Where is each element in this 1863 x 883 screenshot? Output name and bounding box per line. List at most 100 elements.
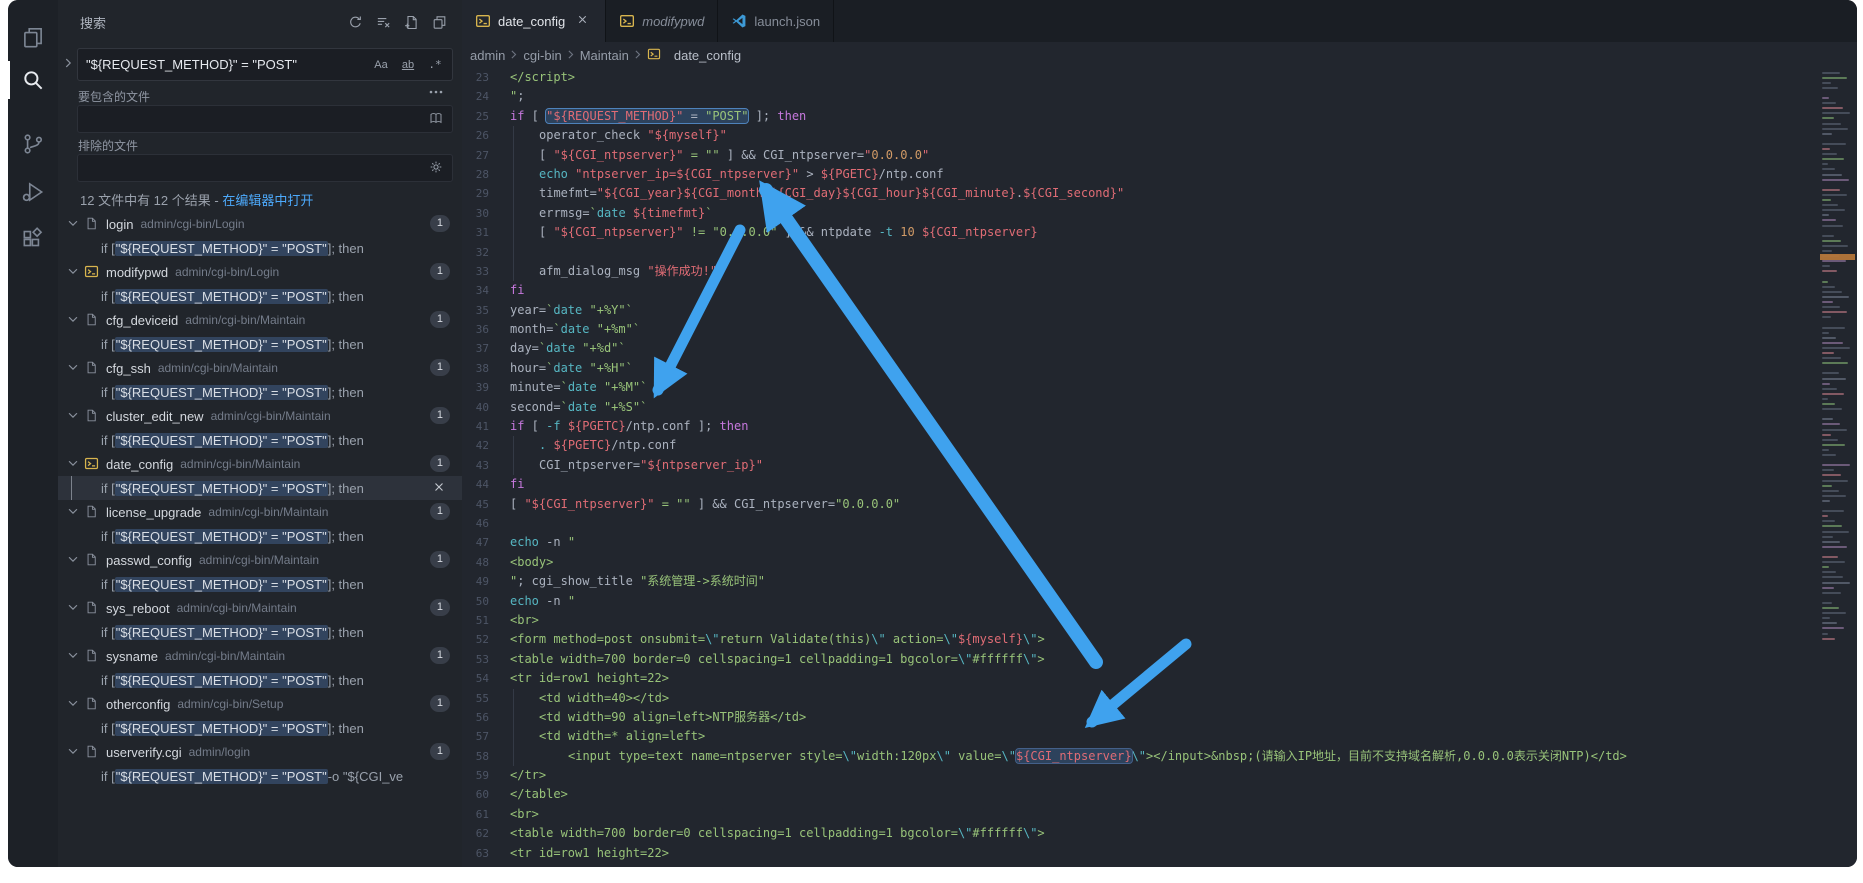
result-file-name: sysname: [106, 649, 158, 664]
code-line: 52<form method=post onsubmit=\"return Va…: [462, 630, 1857, 649]
code-line: 23</script>: [462, 68, 1857, 87]
chevron-down-icon[interactable]: [66, 648, 82, 664]
tab-launch.json[interactable]: launch.json: [718, 0, 834, 42]
result-file-row[interactable]: date_configadmin/cgi-bin/Maintain1: [58, 452, 462, 476]
result-file-row[interactable]: cluster_edit_newadmin/cgi-bin/Maintain1: [58, 404, 462, 428]
activity-item-explorer[interactable]: [8, 16, 58, 60]
result-file-row[interactable]: cfg_sshadmin/cgi-bin/Maintain1: [58, 356, 462, 380]
result-match-row[interactable]: if [ "${REQUEST_METHOD}" = "POST" ]; the…: [58, 332, 462, 356]
breadcrumb-separator-icon: [507, 48, 521, 62]
line-number: 51: [462, 611, 489, 630]
chevron-down-icon[interactable]: [66, 312, 82, 328]
line-content: echo -n ": [510, 533, 575, 552]
line-content: <br>: [510, 611, 539, 630]
code-editor[interactable]: 23</script>24";25if [ "${REQUEST_METHOD}…: [462, 68, 1857, 867]
result-file-row[interactable]: modifypwdadmin/cgi-bin/Login1: [58, 260, 462, 284]
result-file-row[interactable]: passwd_configadmin/cgi-bin/Maintain1: [58, 548, 462, 572]
line-number: 44: [462, 475, 489, 494]
line-content: <td width=* align=left>: [510, 727, 705, 746]
new-search-editor-icon[interactable]: [401, 12, 422, 33]
result-match-row[interactable]: if [ "${REQUEST_METHOD}" = "POST" ]; the…: [58, 524, 462, 548]
activity-item-run-debug[interactable]: [8, 170, 58, 214]
toggle-replace-chevron-icon[interactable]: [61, 56, 75, 74]
activity-item-search[interactable]: [8, 58, 58, 102]
result-match-row[interactable]: if [ "${REQUEST_METHOD}" = "POST" ]; the…: [58, 716, 462, 740]
use-regex-toggle[interactable]: .*: [423, 55, 447, 75]
result-match-row[interactable]: if [ "${REQUEST_METHOD}" = "POST" ]; the…: [58, 572, 462, 596]
result-match-row[interactable]: if [ "${REQUEST_METHOD}" = "POST" ]; the…: [58, 668, 462, 692]
line-content: ";: [510, 87, 524, 106]
result-file-row[interactable]: userverify.cgiadmin/login1: [58, 740, 462, 764]
breadcrumb-segment[interactable]: Maintain: [580, 48, 629, 63]
minimap[interactable]: [1820, 46, 1855, 658]
result-file-row[interactable]: sys_rebootadmin/cgi-bin/Maintain1: [58, 596, 462, 620]
breadcrumb-segment[interactable]: cgi-bin: [523, 48, 561, 63]
chevron-down-icon[interactable]: [66, 216, 82, 232]
line-content: "; cgi_show_title "系统管理->系统时间": [510, 572, 765, 591]
chevron-down-icon[interactable]: [66, 744, 82, 760]
vscode-window: 搜索 Aaab.* 要包含的文件 排除的文件 12 文件中有 12 个结果 - …: [8, 0, 1857, 867]
result-match-row[interactable]: if [ "${REQUEST_METHOD}" = "POST" ]; the…: [58, 620, 462, 644]
exclude-settings-gear-icon[interactable]: [428, 159, 446, 177]
match-case-toggle[interactable]: Aa: [369, 55, 393, 75]
line-number: 48: [462, 553, 489, 572]
activity-item-source-control[interactable]: [8, 122, 58, 166]
result-file-path: admin/cgi-bin/Login: [140, 217, 244, 231]
activity-item-extensions[interactable]: [8, 218, 58, 262]
result-match-row[interactable]: if [ "${REQUEST_METHOD}" = "POST" ]; the…: [58, 284, 462, 308]
toggle-search-details-icon[interactable]: [428, 84, 446, 98]
open-editors-book-icon[interactable]: [428, 110, 446, 128]
result-file-row[interactable]: sysnameadmin/cgi-bin/Maintain1: [58, 644, 462, 668]
open-in-editor-link[interactable]: 在编辑器中打开: [222, 193, 313, 208]
chevron-down-icon[interactable]: [66, 264, 82, 280]
result-match-row[interactable]: if [ "${REQUEST_METHOD}" = "POST" ]; the…: [58, 476, 462, 500]
dismiss-match-icon[interactable]: [432, 480, 448, 496]
code-line: 28echo "ntpserver_ip=${CGI_ntpserver}" >…: [462, 165, 1857, 184]
files-include-input[interactable]: [77, 105, 453, 133]
result-file-name: passwd_config: [106, 553, 192, 568]
result-file-row[interactable]: cfg_deviceidadmin/cgi-bin/Maintain1: [58, 308, 462, 332]
chevron-down-icon[interactable]: [66, 600, 82, 616]
tab-label: date_config: [498, 14, 565, 29]
result-match-row[interactable]: if [ "${REQUEST_METHOD}" = "POST" ]; the…: [58, 380, 462, 404]
tab-close-icon[interactable]: [576, 13, 592, 29]
code-line: 33afm_dialog_msg "操作成功!": [462, 262, 1857, 281]
clear-results-icon[interactable]: [373, 12, 394, 33]
result-file-name: userverify.cgi: [106, 745, 182, 760]
chevron-down-icon[interactable]: [66, 696, 82, 712]
line-number: 33: [462, 262, 489, 281]
line-number: 50: [462, 592, 489, 611]
line-content: <body>: [510, 553, 553, 572]
result-file-row[interactable]: license_upgradeadmin/cgi-bin/Maintain1: [58, 500, 462, 524]
line-number: 45: [462, 495, 489, 514]
search-input[interactable]: [78, 57, 369, 72]
file-icon: [84, 312, 100, 328]
line-content: </tr>: [510, 766, 546, 785]
line-number: 29: [462, 184, 489, 203]
chevron-down-icon[interactable]: [66, 408, 82, 424]
result-file-path: admin/cgi-bin/Maintain: [165, 649, 285, 663]
result-match-row[interactable]: if [ "${REQUEST_METHOD}" = "POST" -o "${…: [58, 764, 462, 788]
whole-word-toggle[interactable]: ab: [396, 55, 420, 75]
result-file-row[interactable]: otherconfigadmin/cgi-bin/Setup1: [58, 692, 462, 716]
chevron-down-icon[interactable]: [66, 552, 82, 568]
chevron-down-icon[interactable]: [66, 360, 82, 376]
tab-date_config[interactable]: date_config: [462, 0, 606, 42]
line-number: 61: [462, 805, 489, 824]
open-in-editor-icon[interactable]: [429, 12, 450, 33]
result-match-row[interactable]: if [ "${REQUEST_METHOD}" = "POST" ]; the…: [58, 428, 462, 452]
breadcrumb-file[interactable]: date_config: [647, 47, 741, 63]
search-panel-title: 搜索: [80, 13, 106, 32]
file-icon: [84, 504, 100, 520]
code-line: 36month=`date "+%m"`: [462, 320, 1857, 339]
breadcrumb-segment[interactable]: admin: [470, 48, 505, 63]
file-icon: [84, 360, 100, 376]
refresh-icon[interactable]: [345, 12, 366, 33]
code-line: 45[ "${CGI_ntpserver}" = "" ] && CGI_ntp…: [462, 495, 1857, 514]
tab-modifypwd[interactable]: modifypwd: [606, 0, 718, 42]
chevron-down-icon[interactable]: [66, 504, 82, 520]
result-match-row[interactable]: if [ "${REQUEST_METHOD}" = "POST" ]; the…: [58, 236, 462, 260]
files-exclude-input[interactable]: [77, 154, 453, 182]
chevron-down-icon[interactable]: [66, 456, 82, 472]
result-file-row[interactable]: loginadmin/cgi-bin/Login1: [58, 212, 462, 236]
